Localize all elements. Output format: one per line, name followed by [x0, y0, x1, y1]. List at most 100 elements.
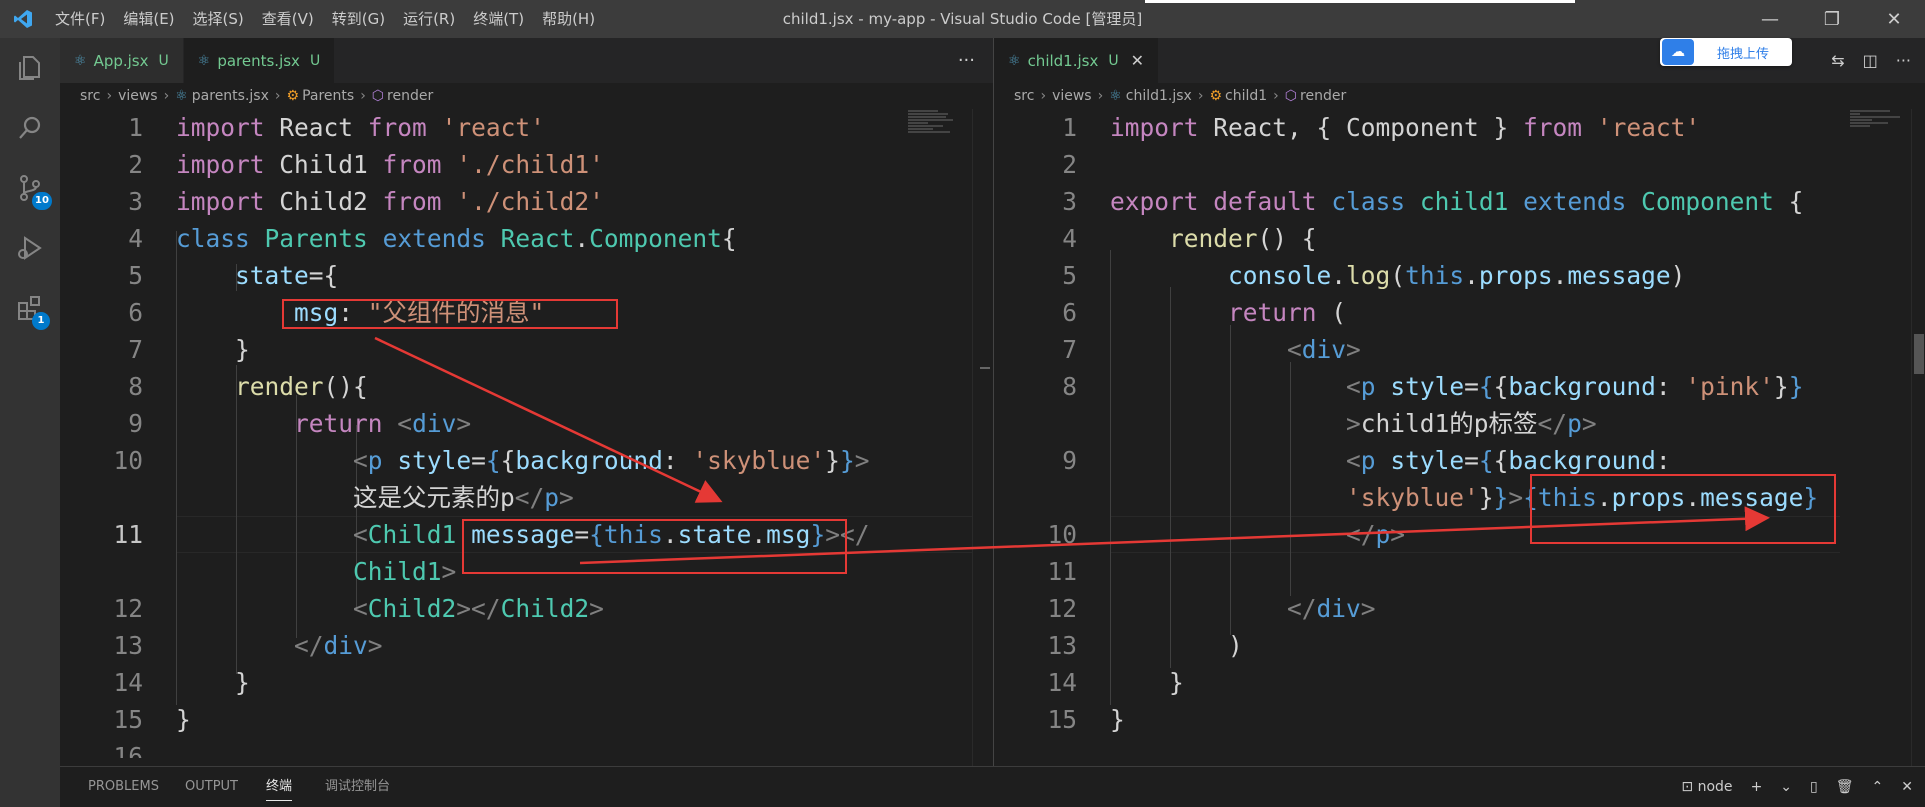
- drag-upload-button[interactable]: ☁ 拖拽上传: [1660, 38, 1792, 66]
- code-line: 10 </p>: [1047, 520, 1406, 549]
- untracked-status: U: [309, 52, 321, 69]
- vertical-scrollbar[interactable]: [1911, 109, 1925, 766]
- untracked-status: U: [158, 52, 169, 69]
- breadcrumb-method[interactable]: render: [387, 88, 433, 104]
- code-line: 12 <Child2></Child2>: [113, 594, 604, 623]
- code-line: 5 state={: [128, 261, 339, 290]
- minimize-button[interactable]: —: [1739, 0, 1801, 38]
- menu-view[interactable]: 查看(V): [253, 0, 323, 38]
- code-line: 15}: [1047, 705, 1125, 734]
- code-line: 4 class Parents extends React.Component{: [128, 224, 737, 253]
- code-line: 'skyblue'}}>{this.props.message}: [1346, 483, 1819, 512]
- class-icon: ⚙: [286, 88, 300, 104]
- close-window-button[interactable]: ✕: [1863, 0, 1925, 38]
- menu-edit[interactable]: 编辑(E): [114, 0, 183, 38]
- maximize-panel-icon[interactable]: ⌃: [1872, 779, 1884, 795]
- explorer-icon[interactable]: [0, 38, 60, 98]
- tab-child1-jsx[interactable]: ⚛ child1.jsx U ✕: [994, 38, 1159, 83]
- code-line: 这是父元素的p</p>: [176, 483, 574, 512]
- code-line: 8 <p style={{background: 'pink'}}: [1062, 372, 1804, 401]
- breadcrumb-file[interactable]: child1.jsx: [1126, 88, 1192, 104]
- code-line: 13 </div>: [113, 631, 383, 660]
- code-line: 14 }: [113, 668, 250, 697]
- split-terminal-icon[interactable]: ▯: [1810, 779, 1818, 795]
- cloud-upload-icon: ☁: [1662, 39, 1694, 65]
- split-editor-icon[interactable]: ◫: [1863, 51, 1878, 70]
- panel-actions: ⊡ node + ⌄ ▯ 🗑 ⌃ ✕: [1681, 767, 1913, 807]
- menu-help[interactable]: 帮助(H): [533, 0, 604, 38]
- breadcrumb-views[interactable]: views: [1052, 88, 1092, 104]
- tab-parents-jsx[interactable]: ⚛ parents.jsx U: [183, 38, 336, 83]
- method-icon: ⬡: [1284, 88, 1298, 104]
- scroll-position-marker: [980, 367, 990, 369]
- code-line: 3 export default class child1 extends Com…: [1062, 187, 1804, 216]
- kill-terminal-icon[interactable]: 🗑: [1836, 779, 1854, 795]
- code-line: 12 </div>: [1047, 594, 1376, 623]
- react-file-icon: ⚛: [74, 52, 87, 69]
- source-control-icon[interactable]: 10: [0, 158, 60, 218]
- terminal-name: node: [1697, 779, 1733, 795]
- menu-file[interactable]: 文件(F): [46, 0, 114, 38]
- breadcrumb-class[interactable]: child1: [1225, 88, 1267, 104]
- breadcrumb-method[interactable]: render: [1300, 88, 1346, 104]
- tab-app-jsx[interactable]: ⚛ App.jsx U: [60, 38, 184, 83]
- code-line: 10 <p style={{background: 'skyblue'}}>: [113, 446, 870, 475]
- menu-selection[interactable]: 选择(S): [184, 0, 253, 38]
- code-line: 9 <p style={{background:: [1062, 446, 1671, 475]
- breadcrumb-src[interactable]: src: [1014, 88, 1034, 104]
- terminal-dropdown-icon[interactable]: ⌄: [1780, 779, 1792, 795]
- breadcrumb-file[interactable]: parents.jsx: [192, 88, 269, 104]
- menu-go[interactable]: 转到(G): [323, 0, 394, 38]
- menu-run[interactable]: 运行(R): [394, 0, 464, 38]
- open-changes-icon[interactable]: ⇆: [1831, 51, 1844, 70]
- code-line: 1 import React, { Component } from 'react…: [1062, 113, 1701, 142]
- tab-debug-console[interactable]: 调试控制台: [325, 767, 390, 807]
- activity-bar: 10 1: [0, 38, 60, 807]
- code-line: 6 msg: "父组件的消息": [128, 298, 545, 327]
- drag-upload-label: 拖拽上传: [1716, 46, 1769, 62]
- minimap[interactable]: [908, 109, 963, 169]
- scrollbar-thumb[interactable]: [1914, 334, 1924, 374]
- terminal-icon: ⊡: [1681, 779, 1694, 795]
- menu-bar: 文件(F) 编辑(E) 选择(S) 查看(V) 转到(G) 运行(R) 终端(T…: [46, 0, 604, 38]
- search-icon[interactable]: [0, 98, 60, 158]
- source-control-badge: 10: [32, 192, 52, 210]
- class-icon: ⚙: [1209, 88, 1223, 104]
- code-line: 1 import React from 'react': [128, 113, 545, 142]
- vertical-scrollbar[interactable]: [972, 109, 990, 766]
- extensions-badge: 1: [32, 312, 50, 330]
- breadcrumb-class[interactable]: Parents: [302, 88, 354, 104]
- code-line: 14 }: [1047, 668, 1184, 697]
- tab-terminal[interactable]: 终端: [266, 767, 293, 807]
- code-line: 7 <div>: [1062, 335, 1361, 364]
- run-debug-icon[interactable]: [0, 218, 60, 278]
- menu-terminal[interactable]: 终端(T): [464, 0, 533, 38]
- tab-output[interactable]: OUTPUT: [185, 767, 238, 807]
- bottom-panel: PROBLEMS OUTPUT 终端 调试控制台 ⊡ node + ⌄ ▯ 🗑 …: [60, 766, 1925, 807]
- close-panel-icon[interactable]: ✕: [1901, 779, 1913, 795]
- left-editor-group: ⚛ App.jsx U ⚛ parents.jsx U ··· src › vie…: [60, 38, 993, 766]
- more-actions-icon[interactable]: ···: [1896, 51, 1911, 70]
- code-line: 16: [113, 742, 143, 758]
- breadcrumb-src[interactable]: src: [80, 88, 100, 104]
- new-terminal-icon[interactable]: +: [1751, 779, 1763, 795]
- breadcrumb: src › views › ⚛ parents.jsx › ⚙ Parents › ⬡ ren…: [80, 88, 434, 104]
- editor-actions: ⇆ ◫ ···: [1831, 38, 1911, 83]
- restore-button[interactable]: ❐: [1801, 0, 1863, 38]
- tab-label: parents.jsx: [217, 51, 300, 70]
- right-editor-group: ⚛ child1.jsx U ✕ ⇆ ◫ ··· src › views › ⚛ ch…: [994, 38, 1925, 766]
- tab-label: child1.jsx: [1027, 51, 1099, 70]
- more-actions-icon[interactable]: ···: [958, 38, 975, 83]
- tab-problems[interactable]: PROBLEMS: [88, 767, 159, 807]
- minimap[interactable]: [1850, 109, 1905, 169]
- vscode-logo-icon: [0, 0, 46, 38]
- breadcrumb-views[interactable]: views: [118, 88, 158, 104]
- code-line: 3 import Child2 from './child2': [128, 187, 604, 216]
- extensions-icon[interactable]: 1: [0, 278, 60, 338]
- code-line: 9 return <div>: [128, 409, 472, 438]
- code-line: 11 <Child1 message={this.state.msg}></: [113, 520, 870, 549]
- terminal-selector[interactable]: ⊡ node: [1681, 779, 1732, 795]
- close-tab-icon[interactable]: ✕: [1131, 51, 1144, 70]
- window-controls: — ❐ ✕: [1739, 0, 1925, 38]
- code-line: 11: [1047, 557, 1077, 586]
